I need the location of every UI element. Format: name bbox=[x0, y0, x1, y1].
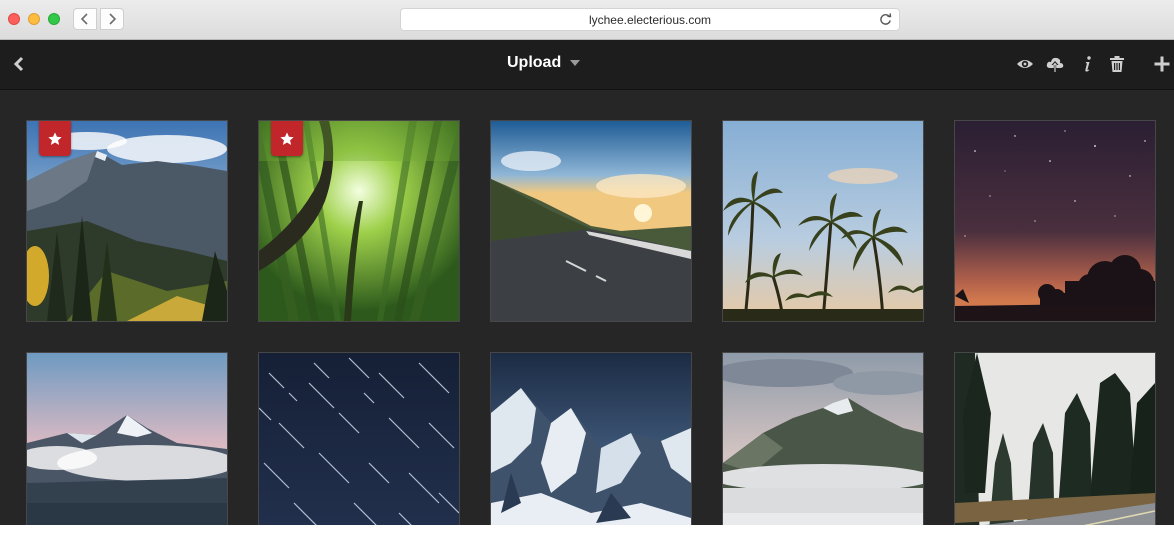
app-header: Upload bbox=[0, 40, 1174, 90]
browser-forward-button[interactable] bbox=[100, 8, 124, 30]
minimize-window-button[interactable] bbox=[28, 13, 40, 25]
photo-image bbox=[955, 353, 1155, 525]
photo-thumbnail-star-trails[interactable] bbox=[258, 352, 460, 525]
close-window-button[interactable] bbox=[8, 13, 20, 25]
photo-grid bbox=[0, 90, 1174, 525]
photo-thumbnail-forest-road[interactable] bbox=[954, 352, 1156, 525]
star-badge bbox=[271, 121, 303, 156]
trash-icon[interactable] bbox=[1108, 55, 1126, 73]
photo-image bbox=[955, 121, 1155, 321]
photo-image bbox=[723, 121, 923, 321]
plus-icon[interactable] bbox=[1153, 55, 1171, 73]
star-icon bbox=[280, 131, 294, 145]
photo-thumbnail-mountain-road-sunset[interactable] bbox=[490, 120, 692, 322]
photo-thumbnail-bamboo-forest[interactable] bbox=[258, 120, 460, 322]
chevron-right-icon bbox=[109, 13, 117, 25]
browser-back-button[interactable] bbox=[73, 8, 97, 30]
eye-icon[interactable] bbox=[1016, 55, 1034, 73]
photo-thumbnail-starry-night-trees[interactable] bbox=[954, 120, 1156, 322]
browser-toolbar: lychee.electerious.com bbox=[0, 0, 1174, 40]
info-icon[interactable] bbox=[1079, 55, 1097, 73]
photo-image bbox=[27, 353, 227, 525]
chevron-left-icon bbox=[80, 13, 88, 25]
photo-image bbox=[259, 353, 459, 525]
caret-down-icon bbox=[570, 60, 581, 66]
zoom-window-button[interactable] bbox=[48, 13, 60, 25]
cloud-upload-icon[interactable] bbox=[1046, 55, 1064, 73]
star-badge bbox=[39, 121, 71, 156]
photo-thumbnail-misty-mountain[interactable] bbox=[722, 352, 924, 525]
photo-thumbnail-snowy-peak-clouds[interactable] bbox=[26, 352, 228, 525]
back-button[interactable] bbox=[11, 55, 29, 73]
album-title: Upload bbox=[507, 54, 562, 71]
star-icon bbox=[48, 131, 62, 145]
photo-thumbnail-mountain-valley[interactable] bbox=[26, 120, 228, 322]
address-bar[interactable]: lychee.electerious.com bbox=[400, 8, 900, 31]
photo-thumbnail-snowy-mountains[interactable] bbox=[490, 352, 692, 525]
photo-thumbnail-palm-trees[interactable] bbox=[722, 120, 924, 322]
url-text: lychee.electerious.com bbox=[588, 13, 712, 27]
photo-image bbox=[491, 353, 691, 525]
photo-image bbox=[491, 121, 691, 321]
reload-icon[interactable] bbox=[878, 12, 893, 27]
photo-image bbox=[723, 353, 923, 525]
album-title-dropdown[interactable]: Upload bbox=[507, 54, 581, 72]
